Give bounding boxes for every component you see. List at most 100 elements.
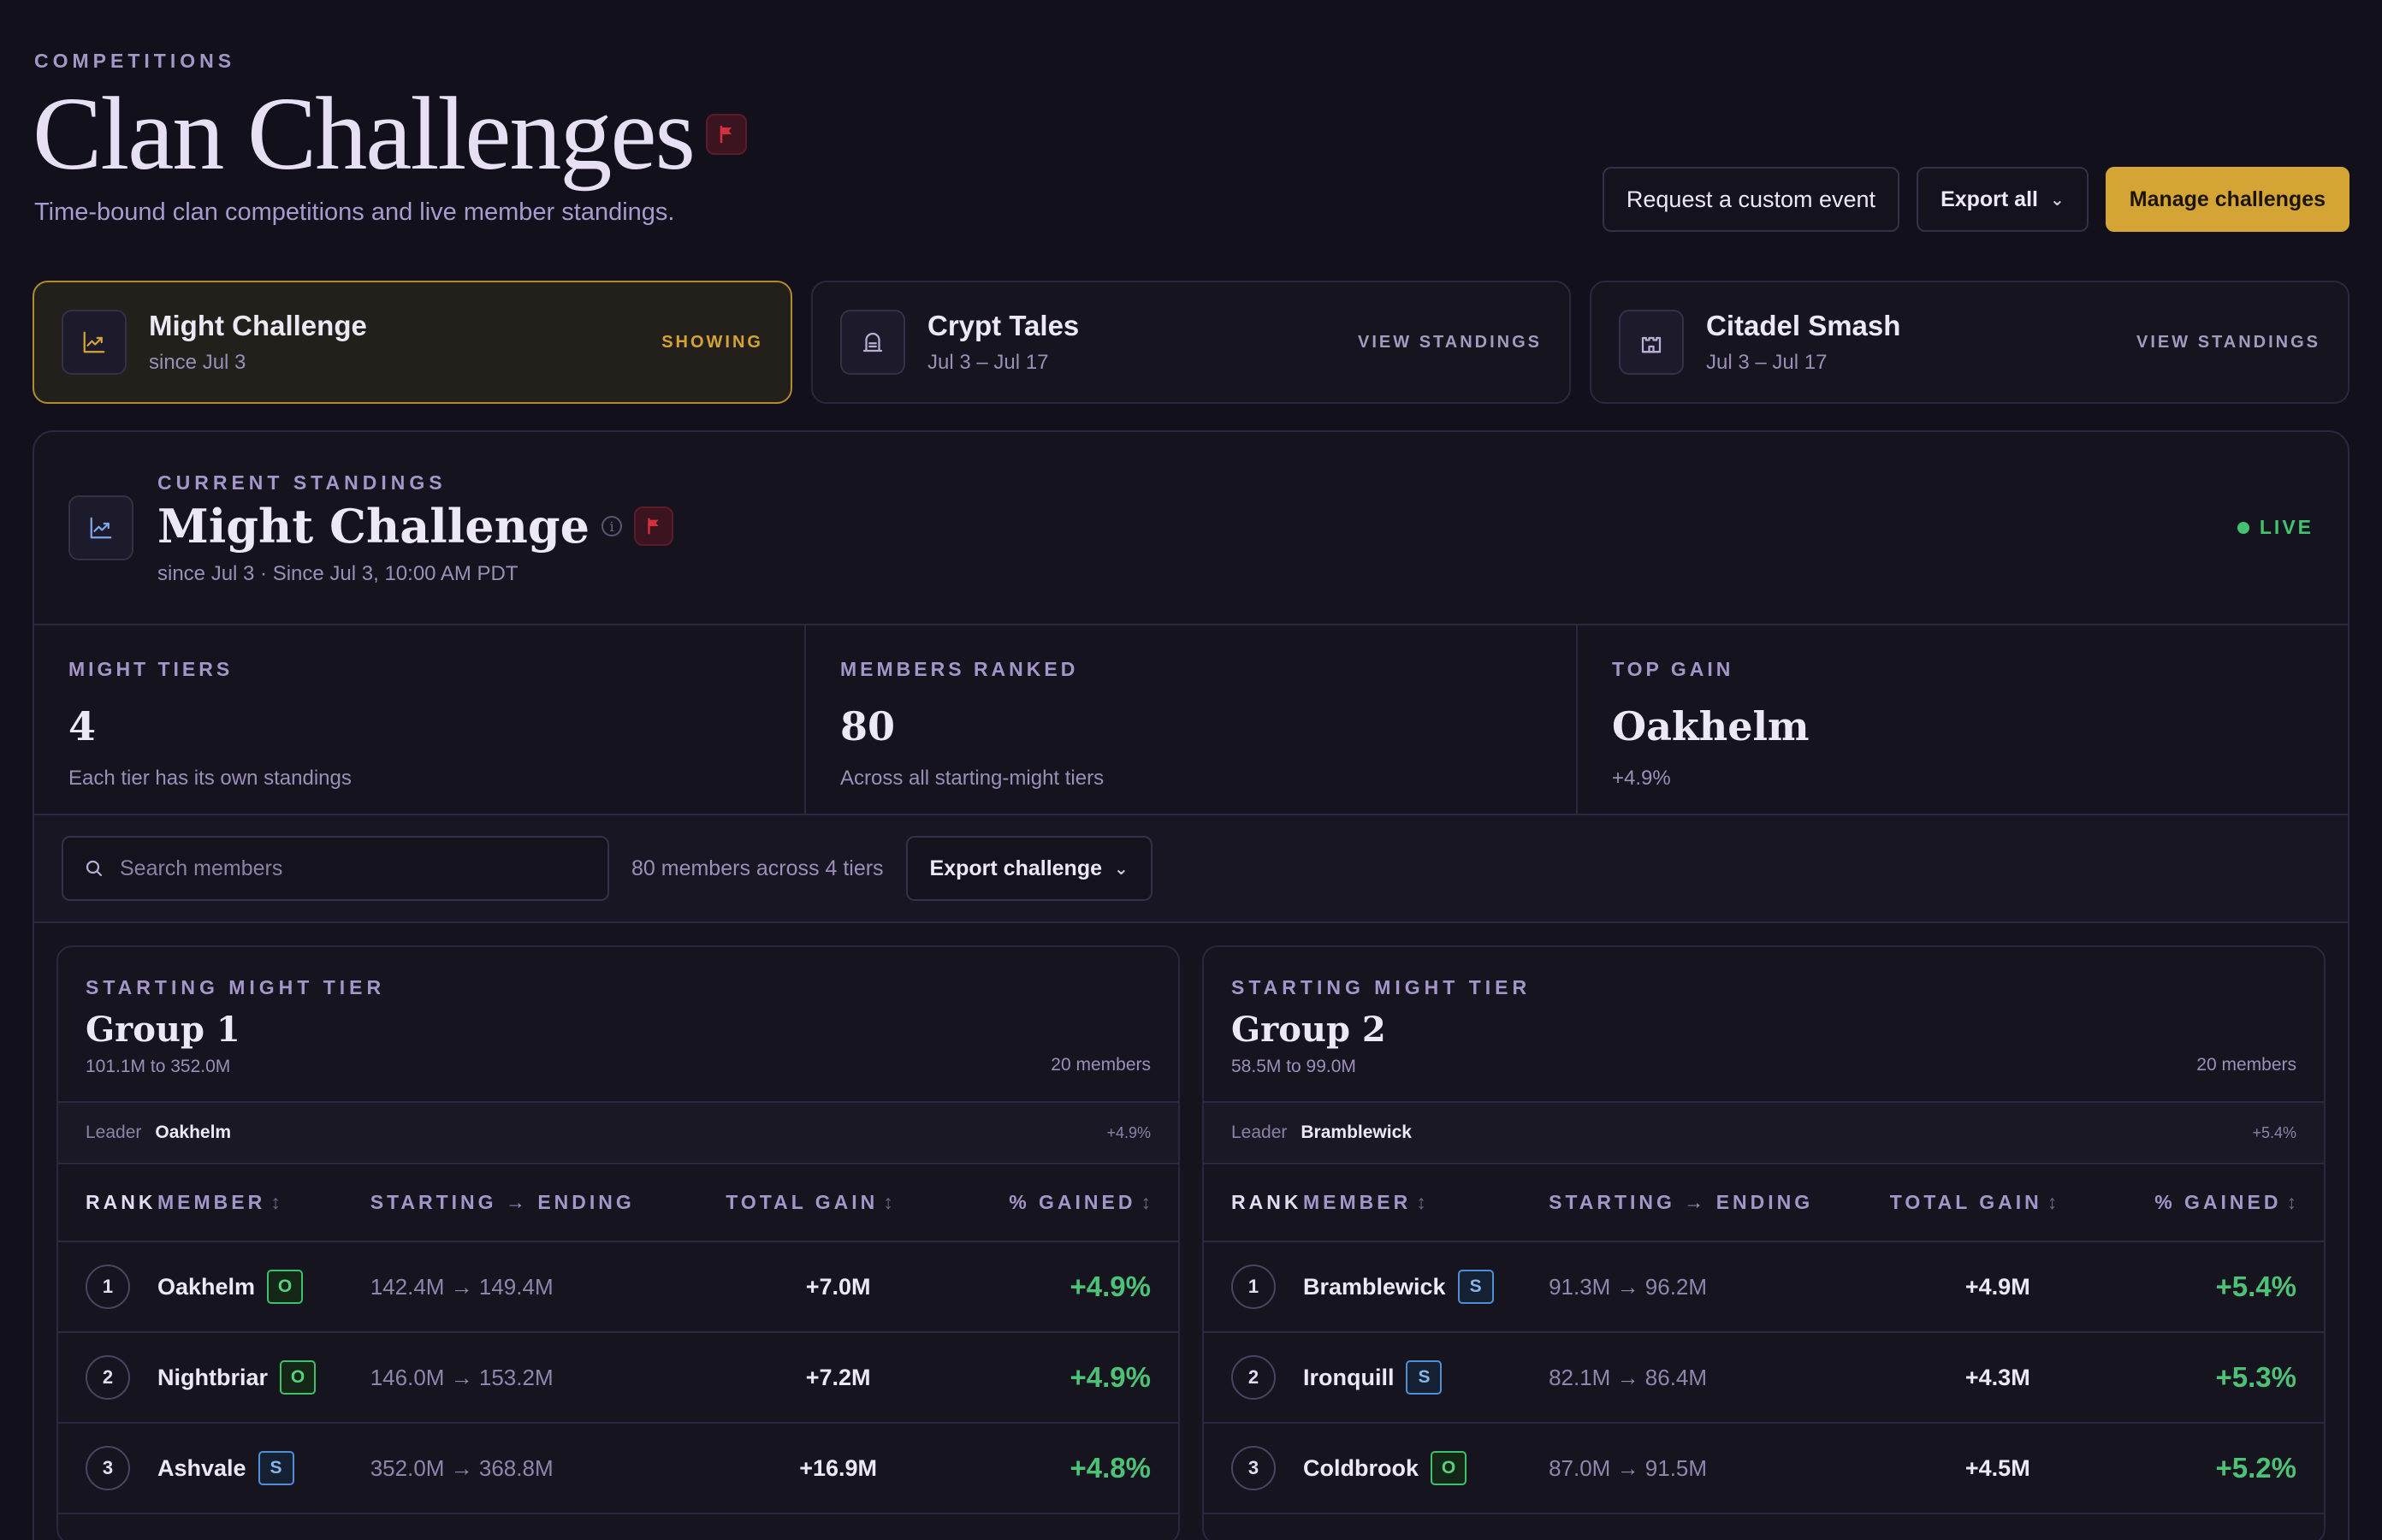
standings-title-row: Might Challenge i <box>157 499 674 554</box>
tier-groups: STARTING MIGHT TIER Group 1 101.1M to 35… <box>34 923 2348 1540</box>
leader-label: Leader <box>1231 1122 1288 1142</box>
group-leader-row: Leader Oakhelm +4.9% <box>58 1103 1178 1164</box>
standings-header: CURRENT STANDINGS Might Challenge i sinc… <box>34 432 2348 625</box>
challenge-card-might[interactable]: Might Challenge since Jul 3 SHOWING <box>33 281 792 404</box>
stat-label: MEMBERS RANKED <box>840 658 1079 680</box>
col-pct-gained-label: % GAINED <box>2154 1191 2282 1213</box>
request-custom-event-button[interactable]: Request a custom event <box>1602 167 1900 232</box>
member-name: Ashvale <box>157 1454 246 1481</box>
page-eyebrow: COMPETITIONS <box>34 50 236 72</box>
leader-label: Leader <box>86 1122 142 1142</box>
total-gain-value: +7.2M <box>726 1332 951 1424</box>
col-total-gain[interactable]: TOTAL GAIN ↕ <box>1889 1164 2106 1242</box>
table-row[interactable]: 2 Ironquill S 82.1M → 86.4M +4.3M +5.3% <box>1204 1332 2324 1424</box>
member-name: Bramblewick <box>1303 1273 1446 1300</box>
challenge-card-citadel-smash[interactable]: Citadel Smash Jul 3 – Jul 17 VIEW STANDI… <box>1590 281 2349 404</box>
search-box[interactable] <box>62 836 609 901</box>
challenge-cards: Might Challenge since Jul 3 SHOWING Cryp… <box>33 281 2349 404</box>
member-tag: O <box>280 1360 317 1395</box>
col-pct-gained[interactable]: % GAINED ↕ <box>2105 1164 2324 1242</box>
stat-label: TOP GAIN <box>1612 658 1734 680</box>
rank-badge: 2 <box>86 1355 130 1400</box>
rank-badge: 3 <box>1231 1446 1276 1490</box>
page-title-row: Clan Challenges <box>33 76 748 192</box>
member-name: Ironquill <box>1303 1364 1395 1390</box>
stat-hint: Across all starting-might tiers <box>840 767 1105 790</box>
standings-title: Might Challenge <box>157 499 590 554</box>
search-input[interactable] <box>120 856 587 881</box>
export-challenge-label: Export challenge <box>929 856 1102 880</box>
col-total-gain-label: TOTAL GAIN <box>726 1191 879 1213</box>
member-tag: S <box>1406 1360 1443 1395</box>
stat-value: 4 <box>68 703 97 749</box>
leader-name: Bramblewick <box>1301 1122 1412 1142</box>
export-all-button[interactable]: Export all ⌄ <box>1917 167 2089 232</box>
table-row[interactable]: 3 Coldbrook O 87.0M → 91.5M +4.5M +5.2% <box>1204 1423 2324 1514</box>
flag-icon[interactable] <box>634 506 674 546</box>
challenge-date: Jul 3 – Jul 17 <box>927 351 1049 374</box>
table-row[interactable]: 1 Oakhelm O 142.4M → 149.4M +7.0M +4.9% <box>58 1241 1178 1333</box>
group-eyebrow: STARTING MIGHT TIER <box>86 976 386 998</box>
rank-badge: 1 <box>1231 1265 1276 1309</box>
leader-pct: +5.4% <box>2252 1123 2296 1141</box>
member-tag: S <box>258 1451 294 1485</box>
table-row[interactable]: 1 Bramblewick S 91.3M → 96.2M +4.9M +5.4% <box>1204 1241 2324 1333</box>
live-label: LIVE <box>2259 516 2314 538</box>
page-title: Clan Challenges <box>33 76 696 192</box>
table-header-row: RANK MEMBER ↕ STARTING → ENDING TOTAL GAI… <box>58 1164 1178 1242</box>
stat-label: MIGHT TIERS <box>68 658 234 680</box>
chart-trend-icon <box>62 310 127 375</box>
total-gain-value: +4.3M <box>1889 1332 2106 1424</box>
manage-challenges-button[interactable]: Manage challenges <box>2105 167 2349 232</box>
challenge-card-crypt-tales[interactable]: Crypt Tales Jul 3 – Jul 17 VIEW STANDING… <box>811 281 1571 404</box>
pct-gained-value: +4.9% <box>951 1241 1178 1333</box>
group-range: 58.5M to 99.0M <box>1231 1057 1356 1076</box>
group-header: STARTING MIGHT TIER Group 1 101.1M to 35… <box>58 947 1178 1103</box>
pct-gained-value: +4.8% <box>951 1423 1178 1514</box>
group-member-count: 20 members <box>1051 1055 1151 1075</box>
export-all-label: Export all <box>1941 187 2038 211</box>
sort-icon: ↕ <box>270 1191 281 1213</box>
total-gain-value: +4.5M <box>1889 1423 2106 1514</box>
table-row[interactable]: 2 Nightbriar O 146.0M → 153.2M +7.2M +4.9… <box>58 1332 1178 1424</box>
header-actions: Request a custom event Export all ⌄ Mana… <box>1602 167 2349 232</box>
challenge-name: Crypt Tales <box>927 310 1080 341</box>
pct-gained-value: +5.4% <box>2105 1241 2324 1333</box>
member-name: Coldbrook <box>1303 1454 1419 1481</box>
standings-panel: CURRENT STANDINGS Might Challenge i sinc… <box>33 430 2349 1540</box>
flag-icon[interactable] <box>706 114 748 155</box>
col-pct-gained[interactable]: % GAINED ↕ <box>951 1164 1178 1242</box>
standings-table: RANK MEMBER ↕ STARTING → ENDING TOTAL GAI… <box>58 1164 1178 1514</box>
stat-might-tiers: MIGHT TIERS 4 Each tier has its own stan… <box>34 625 806 814</box>
view-standings-link[interactable]: VIEW STANDINGS <box>2136 333 2320 352</box>
col-total-gain[interactable]: TOTAL GAIN ↕ <box>726 1164 951 1242</box>
col-total-gain-label: TOTAL GAIN <box>1889 1191 2042 1213</box>
rank-badge: 2 <box>1231 1355 1276 1400</box>
search-icon <box>86 860 103 877</box>
chevron-down-icon: ⌄ <box>2049 190 2065 210</box>
table-row[interactable]: 3 Ashvale S 352.0M → 368.8M +16.9M +4.8% <box>58 1423 1178 1514</box>
member-tag: O <box>1431 1451 1467 1485</box>
export-challenge-button[interactable]: Export challenge ⌄ <box>905 836 1152 901</box>
castle-icon <box>1619 310 1684 375</box>
start-end-value: 87.0M → 91.5M <box>1549 1423 1890 1514</box>
member-name: Oakhelm <box>157 1273 256 1300</box>
rank-badge: 3 <box>86 1446 130 1490</box>
stat-hint: +4.9% <box>1612 767 1671 790</box>
pct-gained-value: +5.3% <box>2105 1332 2324 1424</box>
info-icon[interactable]: i <box>601 516 623 536</box>
col-member[interactable]: MEMBER ↕ <box>157 1164 370 1242</box>
standings-eyebrow: CURRENT STANDINGS <box>157 471 447 494</box>
group-header: STARTING MIGHT TIER Group 2 58.5M to 99.… <box>1204 947 2324 1103</box>
view-standings-link[interactable]: VIEW STANDINGS <box>1358 333 1542 352</box>
page-subtitle: Time-bound clan competitions and live me… <box>34 198 675 226</box>
group-member-count: 20 members <box>2196 1055 2296 1075</box>
total-gain-value: +16.9M <box>726 1423 951 1514</box>
table-header-row: RANK MEMBER ↕ STARTING → ENDING TOTAL GAI… <box>1204 1164 2324 1242</box>
challenge-status: SHOWING <box>661 332 763 352</box>
col-member[interactable]: MEMBER ↕ <box>1303 1164 1549 1242</box>
start-end-value: 91.3M → 96.2M <box>1549 1241 1890 1333</box>
col-start-end: STARTING → ENDING <box>370 1164 726 1242</box>
col-start-end: STARTING → ENDING <box>1549 1164 1890 1242</box>
leader-pct: +4.9% <box>1106 1123 1151 1141</box>
